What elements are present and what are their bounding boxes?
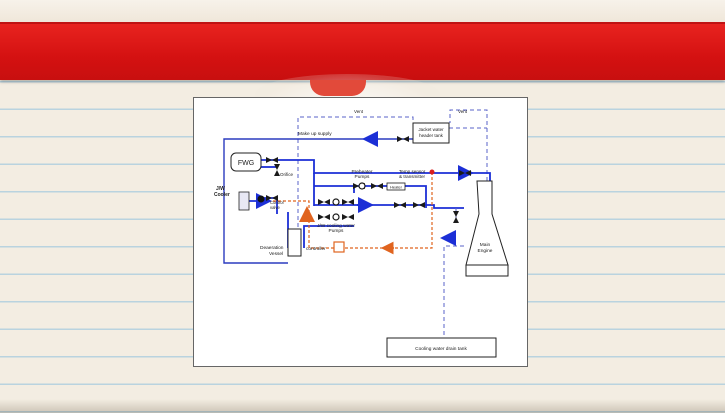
main-engine-base [465,264,509,277]
slide-header-band [0,24,725,80]
valve-icon [318,214,330,220]
sensor-point [429,169,435,175]
jw-pump-icon [332,213,340,221]
vent-line-right [449,109,488,181]
main-engine-label-1: Main [480,242,491,248]
cooling-system-diagram: Jacket water header tank FWG J/W Cooler … [193,97,528,367]
controller-box [333,241,345,253]
preheater-pumps-label-2: Pumps [355,174,371,180]
valve-icon [453,211,459,223]
valve-icon [266,157,278,163]
header-tank-label-2: header tank [419,133,444,138]
valve-icon [397,136,409,142]
drain-tank-label: Cooling water drain tank [415,346,467,352]
jw-pumps-label-2: Pumps [329,228,345,234]
fwg-label: FWG [238,160,254,167]
valve-icon [394,202,406,208]
jw-pump-icon [332,198,340,206]
slide-top-strip [0,0,725,24]
jw-cooler [238,191,250,211]
engine-drain-lines [443,208,464,338]
header-tab-decoration [310,80,366,96]
orifice-label: Orifice [280,172,293,177]
valve-icon [459,170,471,176]
jw-cooler-label-2: Cooler [214,192,230,198]
main-engine-label-2: Engine [478,248,493,254]
valve-icon [413,202,425,208]
heater-label: Heater [390,185,403,190]
deaeration-vessel [287,228,302,257]
valve-icon [342,214,354,220]
vent-left-label: Vent [354,109,364,114]
header-tank-label-1: Jacket water [418,127,444,132]
diagram-canvas: Jacket water header tank FWG J/W Cooler … [214,109,509,358]
vent-right-label: Vent [458,109,468,114]
make-up-supply-label: Make up supply [298,131,332,137]
temp-sensor-label-2: & transmitter [399,174,426,179]
preheater-pump-icon [358,182,366,190]
slide-bottom-shadow [0,399,725,413]
controller-label: controller [306,246,326,252]
control-valve-icon [257,195,265,203]
control-valve-label-2: valve [270,205,280,210]
deaeration-label-1: Deaeration [260,245,284,251]
valve-icon [371,183,383,189]
deaeration-label-2: Vessel [269,251,283,257]
